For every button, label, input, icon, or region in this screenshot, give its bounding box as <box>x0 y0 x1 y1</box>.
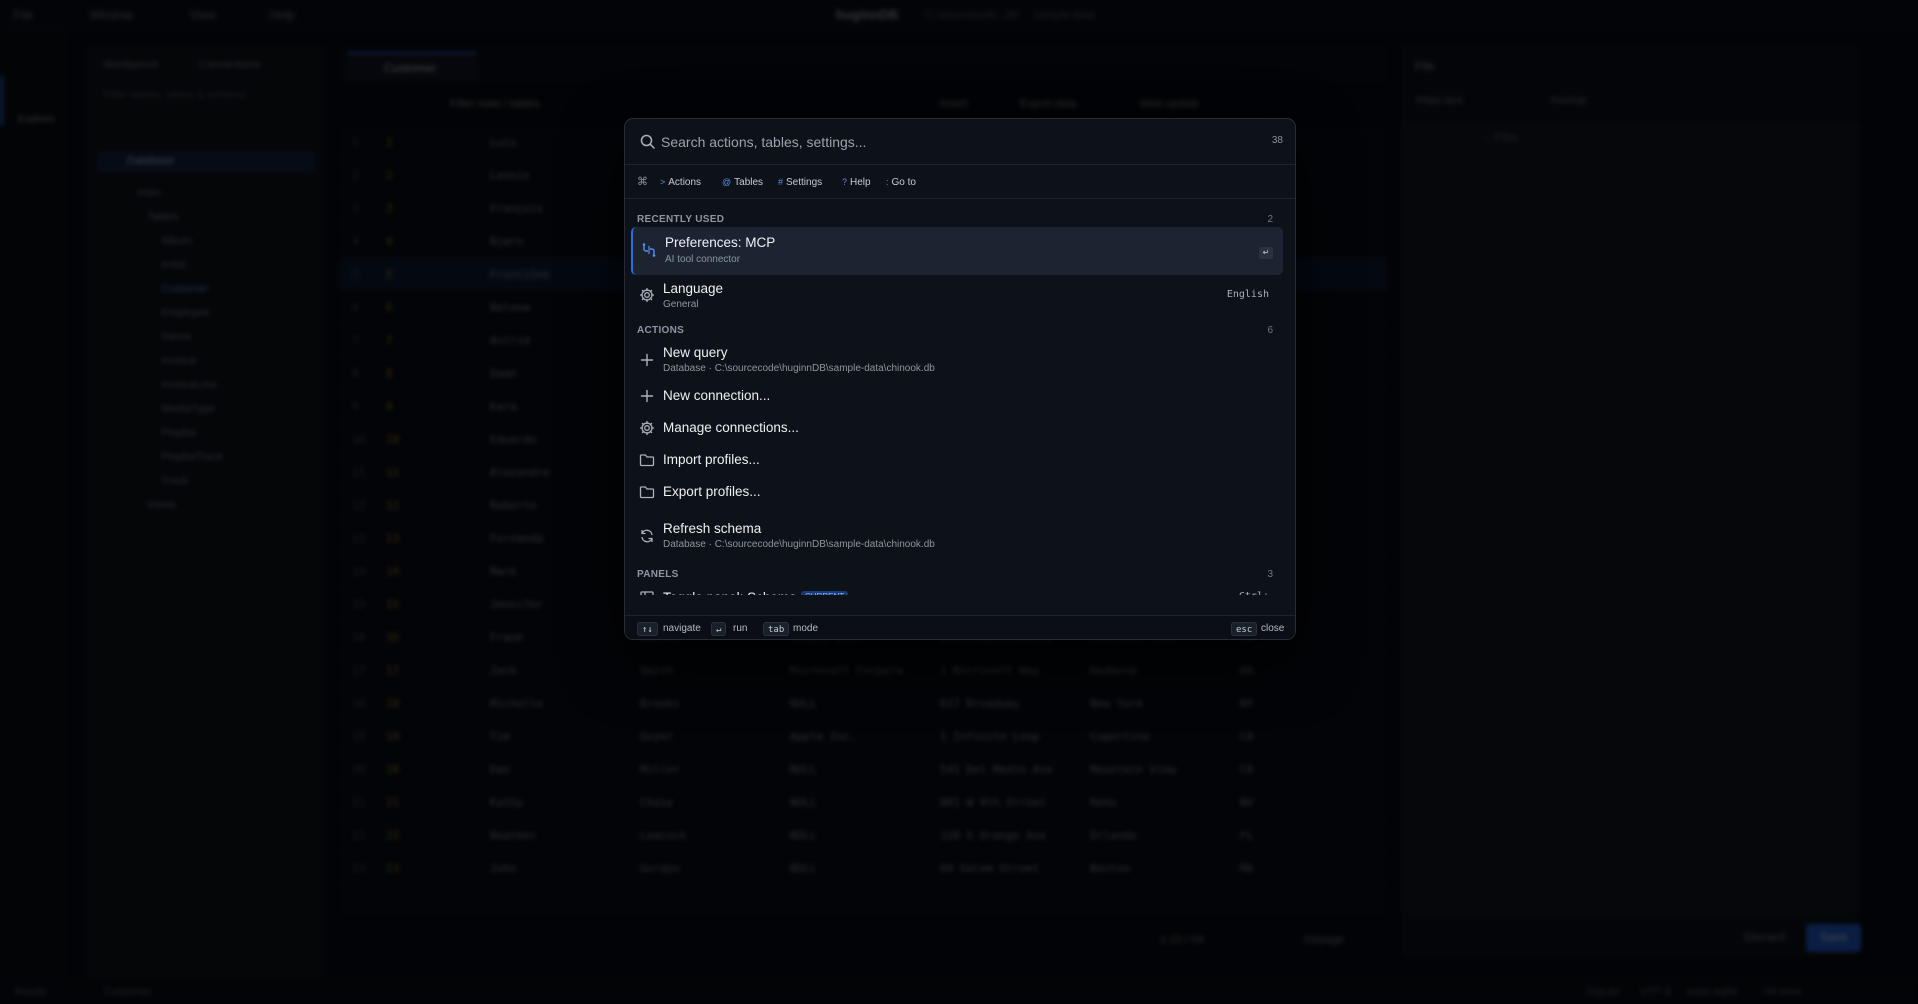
result-toggle-panel[interactable]: Toggle panel: Schema CURRENT Ctrl+ <box>631 585 1283 605</box>
current-language-value: English <box>1226 289 1269 300</box>
panel-icon <box>639 589 655 595</box>
search-icon <box>639 133 657 151</box>
result-import-profiles[interactable]: Import profiles... <box>631 445 1283 475</box>
result-manage-connections[interactable]: Manage connections... <box>631 413 1283 443</box>
result-title: Refresh schema <box>663 521 762 536</box>
result-count: 38 <box>1271 135 1283 146</box>
shortcut-hint: Ctrl+ <box>1238 591 1269 602</box>
result-title: Toggle panel: Schema <box>663 590 797 605</box>
palette-search-input[interactable] <box>661 129 1241 155</box>
filter-chip-help[interactable]: ? Help <box>837 173 876 191</box>
result-subtitle: Database · C:\sourcecode\huginnDB\sample… <box>663 539 935 550</box>
palette-search-bar: 38 <box>625 119 1295 165</box>
arrow-keys-icon: ↑↓ <box>637 622 658 636</box>
mcp-connector-icon <box>641 242 657 258</box>
palette-footer: ↑↓ navigate ↵ run tab mode esc close <box>625 615 1295 639</box>
close-hint[interactable]: close <box>1261 623 1284 634</box>
palette-results: RECENTLY USED 2 Preferences: MCP AI tool… <box>625 199 1295 617</box>
tab-key-icon: tab <box>763 622 790 636</box>
section-count: 3 <box>1267 569 1273 580</box>
refresh-icon <box>639 528 655 544</box>
folder-icon <box>639 452 655 468</box>
filter-chip-goto[interactable]: : Go to <box>881 173 921 191</box>
result-subtitle: Database · C:\sourcecode\huginnDB\sample… <box>663 363 935 374</box>
result-title: Manage connections... <box>663 420 799 435</box>
result-refresh-schema[interactable]: Refresh schema Database · C:\sourcecode\… <box>631 515 1283 555</box>
filter-chip-settings[interactable]: # Settings <box>773 173 827 191</box>
result-subtitle: AI tool connector <box>665 254 741 265</box>
navigate-hint: navigate <box>663 623 701 634</box>
esc-key-icon: esc <box>1231 622 1258 636</box>
result-title: Language <box>663 281 724 296</box>
result-export-profiles[interactable]: Export profiles... <box>631 477 1283 507</box>
gear-icon <box>639 287 655 303</box>
enter-key-icon: ↵ <box>1259 247 1273 259</box>
result-new-query[interactable]: New query Database · C:\sourcecode\hugin… <box>631 339 1283 379</box>
result-title: Import profiles... <box>663 452 760 467</box>
result-title: Export profiles... <box>663 484 761 499</box>
result-new-connection[interactable]: New connection... <box>631 381 1283 411</box>
section-count: 6 <box>1267 325 1273 336</box>
result-preferences-mcp[interactable]: Preferences: MCP AI tool connector ↵ <box>631 227 1283 275</box>
result-title: Preferences: MCP <box>665 235 776 250</box>
result-title: New connection... <box>663 388 771 403</box>
section-recently-used: RECENTLY USED <box>637 214 725 225</box>
section-panels: PANELS <box>637 569 679 580</box>
current-badge: CURRENT <box>801 591 849 595</box>
plus-icon <box>639 388 655 404</box>
mode-hint: mode <box>793 623 819 634</box>
run-hint: run <box>733 623 748 634</box>
command-key-icon: ⌘ <box>637 175 648 188</box>
result-title: New query <box>663 345 728 360</box>
result-subtitle: General <box>663 299 699 310</box>
filter-chip-tables[interactable]: @ Tables <box>717 173 768 191</box>
section-actions: ACTIONS <box>637 325 685 336</box>
palette-filter-bar: ⌘ > Actions @ Tables # Settings ? Help : Go t… <box>625 165 1295 199</box>
result-language[interactable]: Language General English <box>631 275 1283 315</box>
plus-icon <box>639 352 655 368</box>
command-palette: 38 ⌘ >Actions @Tables #Settings ?Help :G… <box>624 118 1296 640</box>
section-count: 2 <box>1267 214 1273 225</box>
gear-icon <box>639 420 655 436</box>
filter-chip-actions[interactable]: > Actions <box>655 173 706 191</box>
enter-key-icon: ↵ <box>711 622 727 636</box>
folder-icon <box>639 484 655 500</box>
